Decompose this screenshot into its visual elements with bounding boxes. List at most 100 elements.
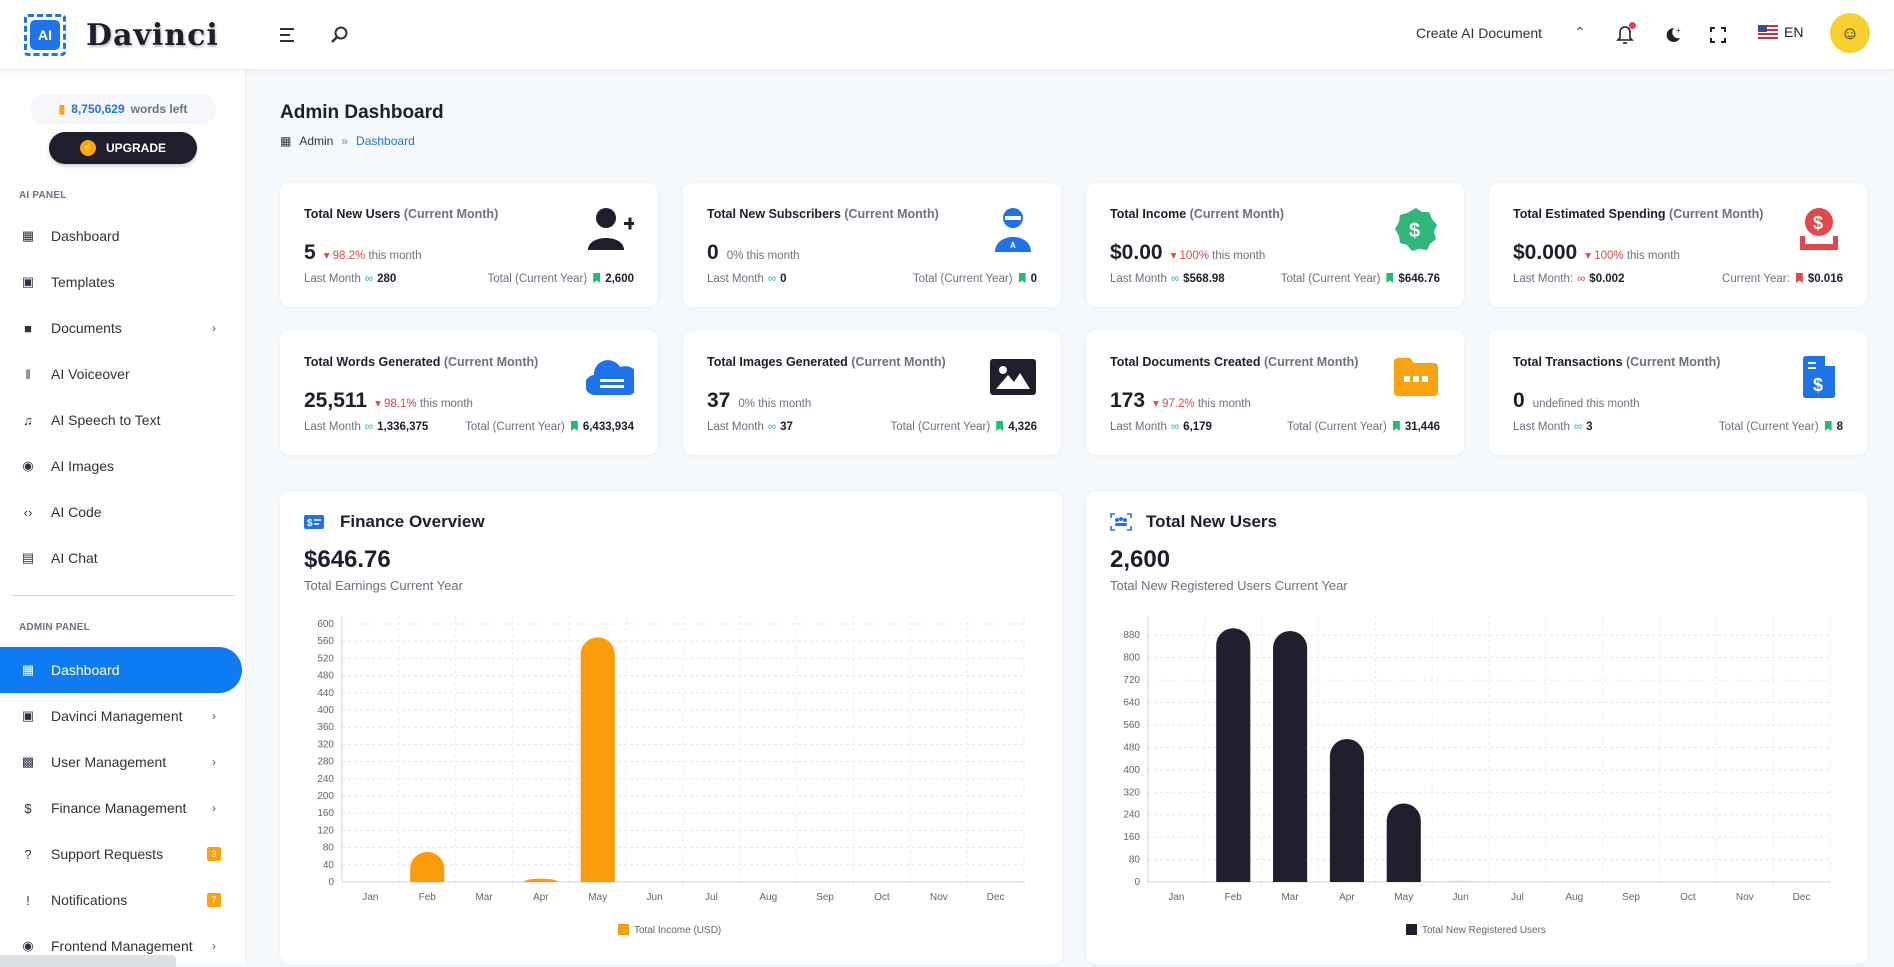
total-label: Total (Current Year) — [890, 421, 991, 433]
sidebar-item-dashboard[interactable]: ▦ Dashboard — [0, 213, 245, 259]
stat-footer: Last Month: ∞ $0.002 Current Year: $0.016 — [1513, 273, 1843, 285]
last-month-value: 280 — [377, 273, 397, 285]
camera-frame-icon: ◉ — [22, 458, 34, 473]
svg-text:$: $ — [1813, 213, 1823, 233]
search-button[interactable] — [326, 22, 352, 48]
bar-apr[interactable] — [523, 878, 558, 882]
sidebar-item-finance-management[interactable]: $ Finance Management › — [0, 785, 245, 831]
stat-value: 0 undefined this month — [1513, 389, 1640, 412]
logo[interactable]: AI Davinci — [24, 14, 219, 56]
x-tick-label: Nov — [930, 892, 948, 903]
breadcrumb-admin[interactable]: Admin — [299, 134, 333, 148]
sidebar-item-ai-voiceover[interactable]: ‖ AI Voiceover — [0, 351, 245, 397]
link-icon: ∞ — [767, 421, 777, 433]
x-tick-label: Mar — [475, 892, 493, 903]
stat-title: Total Words Generated (Current Month) — [304, 355, 539, 369]
bar-apr[interactable] — [1329, 738, 1364, 882]
x-tick-label: Sep — [816, 892, 834, 903]
y-tick-label: 200 — [317, 791, 334, 802]
notifications-badge: 7 — [207, 893, 221, 907]
link-icon: ∞ — [364, 421, 374, 433]
y-tick-label: 480 — [1123, 742, 1140, 753]
finance-overview-card: $ Finance Overview $646.76 Total Earnings… — [280, 492, 1062, 964]
support-badge: 3 — [207, 847, 221, 861]
total-label: Total (Current Year) — [1287, 421, 1387, 433]
stat-card: Total Words Generated (Current Month) 25… — [280, 331, 658, 455]
total-label: Total (Current Year) — [912, 273, 1013, 285]
total-label: Total (Current Year) — [1718, 421, 1819, 433]
dark-mode-toggle[interactable]: + — [1660, 22, 1686, 48]
sidebar-item-support-requests[interactable]: ? Support Requests 3 — [0, 831, 245, 877]
bar-may[interactable] — [1386, 803, 1421, 882]
sidebar-item-ai-code[interactable]: ‹› AI Code — [0, 489, 245, 535]
legend-label[interactable]: Total New Registered Users — [1422, 925, 1546, 936]
language-selector[interactable]: EN — [1758, 24, 1803, 40]
legend-label[interactable]: Total Income (USD) — [634, 925, 721, 936]
svg-text:A: A — [1010, 241, 1016, 250]
x-tick-label: Jan — [362, 892, 378, 903]
stat-value: $0.00 ▾ 100% this month — [1110, 241, 1266, 264]
bar-feb[interactable] — [410, 851, 445, 882]
bookmark-icon — [1824, 421, 1832, 431]
bar-may[interactable] — [580, 637, 615, 882]
user-avatar[interactable]: ☺ — [1830, 13, 1870, 53]
last-month-value: 6,179 — [1183, 421, 1212, 433]
chevron-right-icon: › — [212, 321, 216, 335]
upgrade-button[interactable]: ⚡ UPGRADE — [49, 132, 197, 164]
sidebar-item-admin-dashboard[interactable]: ▦ Dashboard — [0, 647, 242, 693]
link-icon: ∞ — [1577, 273, 1586, 285]
fullscreen-button[interactable] — [1705, 22, 1731, 48]
stat-change: 0% this month — [738, 398, 812, 410]
y-tick-label: 120 — [317, 825, 334, 836]
subscriber-icon: A — [989, 205, 1037, 253]
bar-jun[interactable] — [1443, 880, 1478, 882]
stat-title: Total New Users (Current Month) — [304, 207, 499, 221]
bar-feb[interactable] — [1216, 628, 1251, 882]
breadcrumb-current[interactable]: Dashboard — [356, 134, 415, 148]
stat-change: 0% this month — [726, 250, 800, 262]
svg-text:$: $ — [1813, 375, 1823, 395]
alert-chat-icon: ! — [26, 892, 30, 908]
sidebar-divider — [11, 595, 235, 596]
notification-dot — [1629, 22, 1636, 29]
total-new-users-card: Total New Users 2,600 Total New Register… — [1086, 492, 1868, 964]
image-icon — [989, 353, 1037, 401]
last-month-value: 0 — [780, 273, 787, 285]
stat-footer: Last Month ∞ 6,179 Total (Current Year) 31,… — [1110, 421, 1440, 433]
create-ai-document-dropdown[interactable]: Create AI Document — [1416, 25, 1542, 41]
menu-toggle-button[interactable] — [276, 22, 302, 48]
sidebar-item-ai-images[interactable]: ◉ AI Images — [0, 443, 245, 489]
sidebar-item-templates[interactable]: ▣ Templates — [0, 259, 245, 305]
users-bar-chart: 0 80 160 240 320 400 480 560 640 720 800 880 Jan Feb M… — [1123, 616, 1831, 936]
cloud-icon — [586, 353, 634, 401]
total-label: Current Year: — [1722, 273, 1790, 285]
y-tick-label: 360 — [317, 722, 334, 733]
sidebar-item-notifications[interactable]: ! Notifications 7 — [0, 877, 245, 923]
caret-up-icon[interactable]: ⌃ — [1574, 24, 1586, 41]
y-tick-label: 720 — [1123, 675, 1140, 686]
stat-title: Total Images Generated (Current Month) — [707, 355, 946, 369]
stat-change: ▾ 100% this month — [1170, 250, 1266, 262]
sidebar-item-ai-chat[interactable]: ▤ AI Chat — [0, 535, 245, 581]
stat-title: Total Transactions (Current Month) — [1513, 355, 1721, 369]
y-tick-label: 520 — [317, 653, 334, 664]
chevron-right-icon: › — [212, 939, 216, 953]
last-month-label: Last Month — [1110, 421, 1167, 433]
bar-mar[interactable] — [1273, 631, 1308, 882]
dashboard-icon: ▦ — [21, 662, 35, 677]
bookmark-icon — [1795, 273, 1803, 283]
svg-text:$: $ — [307, 518, 313, 529]
x-tick-label: Apr — [1339, 892, 1355, 903]
admin-panel-label: ADMIN PANEL — [19, 622, 90, 633]
stat-value: $0.000 ▾ 100% this month — [1513, 241, 1680, 264]
notifications-button[interactable] — [1612, 22, 1638, 48]
last-month-value: $568.98 — [1183, 273, 1225, 285]
fullscreen-icon — [1710, 27, 1726, 43]
words-label: words left — [130, 102, 188, 116]
sidebar-item-ai-speech-to-text[interactable]: ♫ AI Speech to Text — [0, 397, 245, 443]
sidebar-item-documents[interactable]: ■ Documents › — [0, 305, 245, 351]
sidebar-item-davinci-management[interactable]: ▣ Davinci Management › — [0, 693, 245, 739]
sidebar-item-user-management[interactable]: ▩ User Management › — [0, 739, 245, 785]
bookmark-icon — [1392, 421, 1400, 431]
change-down: ▾ 100% — [1585, 250, 1624, 262]
